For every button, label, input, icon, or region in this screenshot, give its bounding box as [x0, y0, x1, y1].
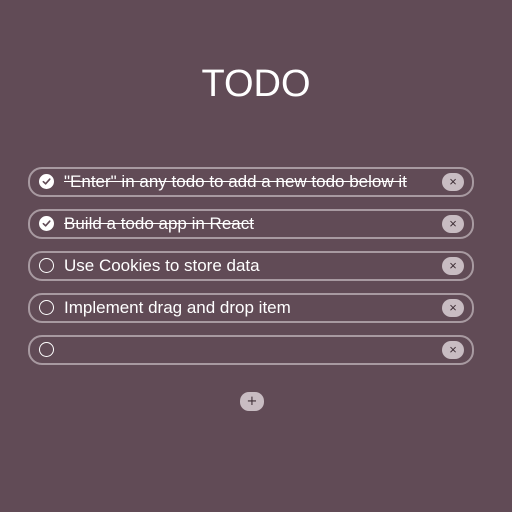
delete-todo-button[interactable]: ×	[442, 299, 464, 317]
todo-text[interactable]: "Enter" in any todo to add a new todo be…	[64, 172, 434, 192]
todo-text[interactable]: Implement drag and drop item	[64, 298, 434, 318]
app-title: TODO	[201, 63, 311, 105]
todo-item-2[interactable]: Build a todo app in React ×	[28, 209, 474, 239]
todo-item-3[interactable]: Use Cookies to store data ×	[28, 251, 474, 281]
delete-todo-button[interactable]: ×	[442, 257, 464, 275]
todo-text[interactable]: Build a todo app in React	[64, 214, 434, 234]
delete-todo-button[interactable]: ×	[442, 173, 464, 191]
checkmark-icon	[42, 220, 51, 227]
todo-item-1[interactable]: "Enter" in any todo to add a new todo be…	[28, 167, 474, 197]
todo-checkbox[interactable]	[39, 258, 54, 273]
todo-checkbox[interactable]	[39, 216, 54, 231]
checkmark-icon	[42, 178, 51, 185]
delete-todo-button[interactable]: ×	[442, 215, 464, 233]
todo-checkbox[interactable]	[39, 300, 54, 315]
todo-checkbox[interactable]	[39, 342, 54, 357]
todo-text[interactable]: Use Cookies to store data	[64, 256, 434, 276]
todo-checkbox[interactable]	[39, 174, 54, 189]
todo-text-input[interactable]	[64, 340, 434, 360]
todo-item-5[interactable]: ×	[28, 335, 474, 365]
add-todo-button[interactable]: +	[240, 392, 264, 411]
todo-item-4[interactable]: Implement drag and drop item ×	[28, 293, 474, 323]
delete-todo-button[interactable]: ×	[442, 341, 464, 359]
